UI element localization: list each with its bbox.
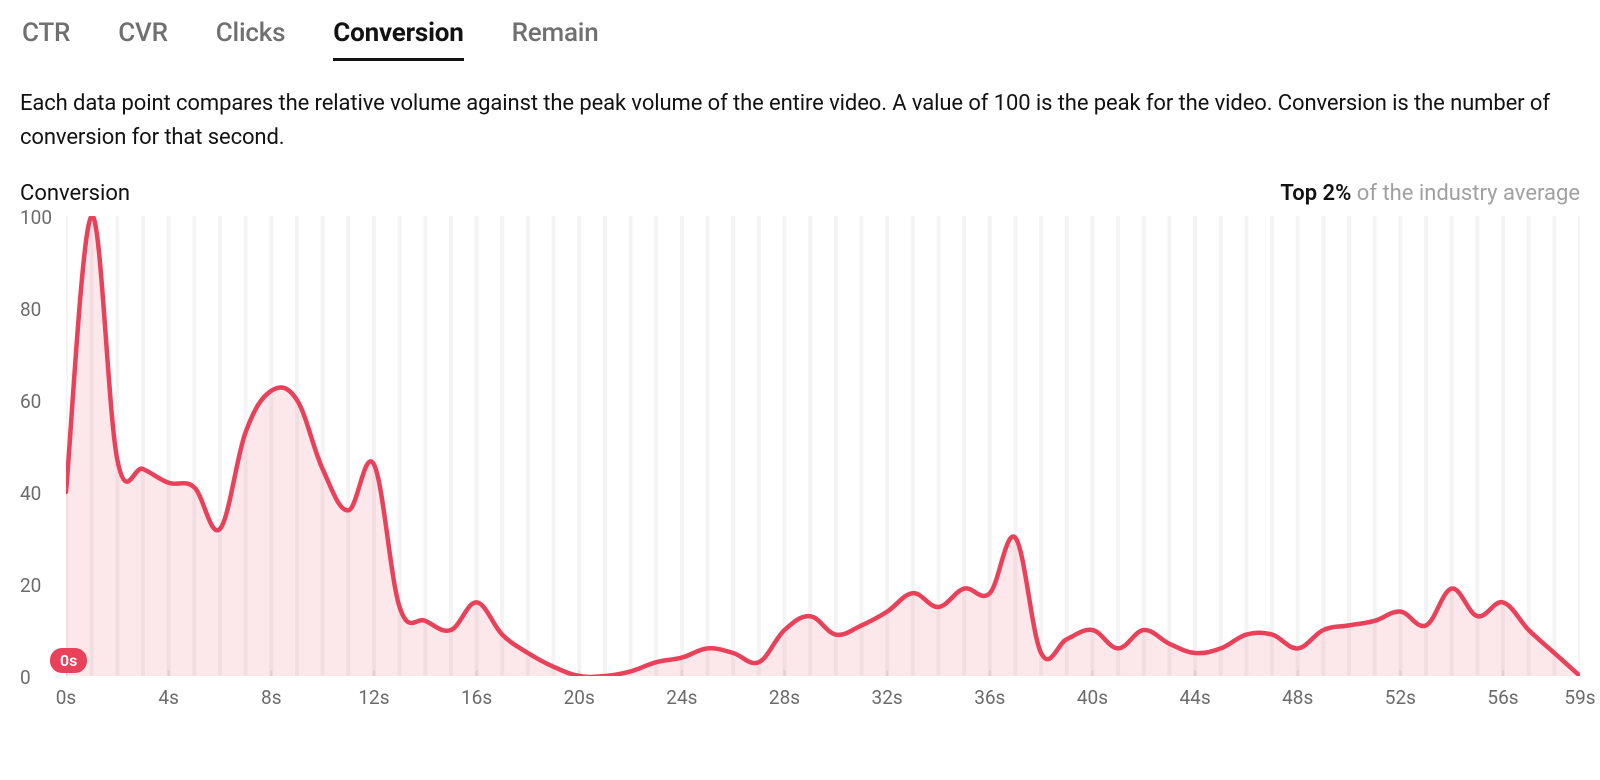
chart-container: 100806040200 0s 0s4s8s12s16s20s24s28s32s… bbox=[20, 216, 1580, 716]
x-axis: 0s4s8s12s16s20s24s28s32s36s40s44s48s52s5… bbox=[66, 686, 1580, 714]
chart-rank: Top 2% of the industry average bbox=[1280, 181, 1580, 206]
y-tick-label: 0 bbox=[20, 666, 31, 689]
time-marker-badge[interactable]: 0s bbox=[50, 648, 87, 673]
x-tick-label: 4s bbox=[158, 686, 178, 709]
metric-tabs: CTR CVR Clicks Conversion Remain bbox=[20, 18, 1580, 61]
x-tick-label: 32s bbox=[872, 686, 903, 709]
chart-svg bbox=[66, 216, 1580, 676]
x-tick-label: 12s bbox=[358, 686, 389, 709]
x-tick-label: 16s bbox=[461, 686, 492, 709]
tab-clicks[interactable]: Clicks bbox=[216, 18, 286, 61]
y-tick-label: 100 bbox=[20, 206, 52, 229]
x-tick-label: 28s bbox=[769, 686, 800, 709]
x-tick-label: 36s bbox=[974, 686, 1005, 709]
y-tick-label: 80 bbox=[20, 298, 41, 321]
chart-description: Each data point compares the relative vo… bbox=[20, 87, 1580, 155]
x-tick-label: 40s bbox=[1077, 686, 1108, 709]
x-tick-label: 20s bbox=[564, 686, 595, 709]
x-tick-label: 0s bbox=[56, 686, 76, 709]
tab-ctr[interactable]: CTR bbox=[22, 18, 70, 61]
x-tick-label: 48s bbox=[1282, 686, 1313, 709]
y-tick-label: 60 bbox=[20, 390, 41, 413]
x-tick-label: 8s bbox=[261, 686, 281, 709]
x-tick-label: 59s bbox=[1564, 686, 1595, 709]
chart-title: Conversion bbox=[20, 181, 130, 206]
plot-area bbox=[66, 216, 1580, 676]
tab-conversion[interactable]: Conversion bbox=[333, 18, 463, 61]
y-tick-label: 40 bbox=[20, 482, 41, 505]
area-fill bbox=[66, 216, 1580, 676]
y-axis: 100806040200 bbox=[20, 216, 66, 676]
tab-cvr[interactable]: CVR bbox=[118, 18, 168, 61]
rank-strong: Top 2% bbox=[1280, 181, 1351, 206]
y-tick-label: 20 bbox=[20, 574, 41, 597]
x-tick-label: 52s bbox=[1385, 686, 1416, 709]
rank-muted: of the industry average bbox=[1351, 181, 1580, 206]
tab-remain[interactable]: Remain bbox=[512, 18, 599, 61]
chart-header: Conversion Top 2% of the industry averag… bbox=[20, 181, 1580, 206]
x-tick-label: 44s bbox=[1179, 686, 1210, 709]
x-tick-label: 24s bbox=[666, 686, 697, 709]
x-tick-label: 56s bbox=[1487, 686, 1518, 709]
